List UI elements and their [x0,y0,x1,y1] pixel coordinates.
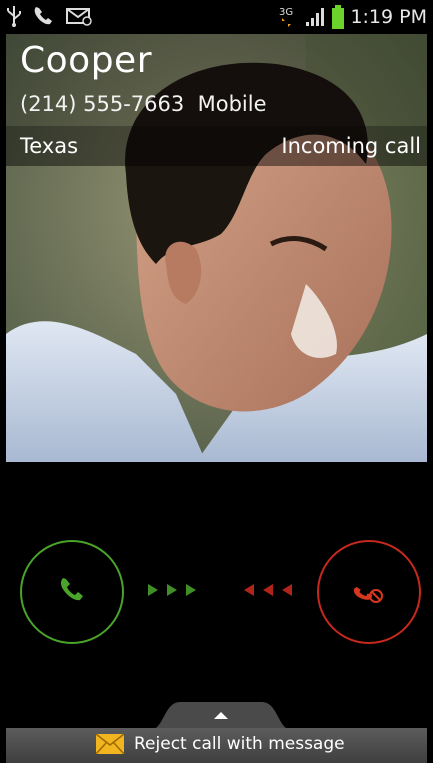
caller-location: Texas [20,134,79,158]
call-controls [6,462,427,702]
phone-decline-icon [351,574,387,610]
email-notification-icon [66,6,92,26]
reject-message-handle[interactable] [150,700,292,730]
data-3g-icon: 3G [278,5,298,29]
number-type: Mobile [197,92,267,116]
caller-location-bar: Texas Incoming call [6,126,427,166]
decline-call-button[interactable] [317,540,421,644]
envelope-icon [96,734,124,754]
status-bar: 3G 1:19 PM [0,0,433,34]
signal-icon [304,6,326,28]
clock-time: 1:19 PM [350,6,427,28]
missed-call-icon [32,5,56,27]
reject-message-label: Reject call with message [134,734,345,754]
caller-name: Cooper [20,40,152,81]
phone-number: (214) 555-7663 [20,92,185,116]
svg-text:3G: 3G [279,7,293,18]
answer-call-button[interactable] [20,540,124,644]
call-state: Incoming call [281,134,421,158]
battery-icon [332,5,345,29]
phone-answer-icon [57,575,87,609]
reject-with-message-bar[interactable]: Reject call with message [6,728,427,763]
caller-number: (214) 555-7663 Mobile [20,92,267,116]
answer-slide-arrows [148,584,196,596]
usb-icon [6,5,22,27]
caller-info-panel: Cooper (214) 555-7663 Mobile [6,34,427,126]
decline-slide-arrows [244,584,292,596]
